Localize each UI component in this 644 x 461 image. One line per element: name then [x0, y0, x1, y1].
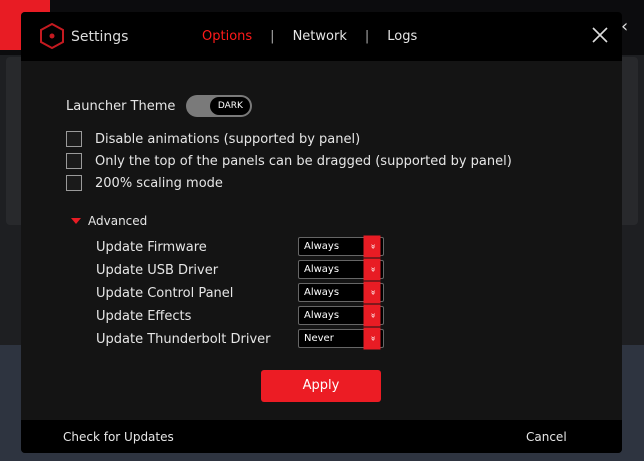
update-effects-select[interactable]: Always » [298, 304, 384, 327]
double-chevron-down-icon: » [363, 281, 381, 304]
check-updates-button[interactable]: Check for Updates [63, 430, 174, 444]
cancel-button[interactable]: Cancel [526, 430, 567, 444]
double-chevron-down-icon: » [363, 235, 381, 258]
checkbox-label: Disable animations (supported by panel) [95, 131, 361, 147]
launcher-theme-label: Launcher Theme [66, 98, 176, 114]
back-chevron-icon[interactable]: ‹ [621, 16, 628, 37]
update-label: Update Effects [96, 309, 192, 324]
hexagon-icon [40, 23, 64, 49]
theme-value: DARK [210, 97, 251, 115]
launcher-theme-row: Launcher Theme DARK [66, 95, 253, 117]
checkbox-top-drag[interactable]: Only the top of the panels can be dragge… [66, 153, 512, 169]
checkbox-box[interactable] [66, 153, 82, 169]
tab-logs[interactable]: Logs [387, 29, 417, 44]
update-label: Update Thunderbolt Driver [96, 332, 271, 347]
update-label: Update Firmware [96, 240, 207, 255]
apply-button[interactable]: Apply [261, 370, 381, 402]
tab-separator: | [364, 29, 370, 44]
theme-toggle[interactable]: DARK [186, 95, 253, 117]
advanced-label: Advanced [88, 214, 148, 228]
update-label: Update USB Driver [96, 263, 219, 278]
tab-bar: Options | Network | Logs [202, 29, 417, 44]
close-icon[interactable] [590, 25, 610, 45]
dialog-header: Settings Options | Network | Logs [21, 12, 622, 61]
advanced-toggle[interactable]: Advanced [71, 214, 147, 228]
double-chevron-down-icon: » [363, 327, 381, 350]
checkbox-label: Only the top of the panels can be dragge… [95, 153, 512, 169]
caret-down-icon [71, 218, 81, 224]
update-usb-driver-select[interactable]: Always » [298, 258, 384, 281]
update-firmware-select[interactable]: Always » [298, 235, 384, 258]
double-chevron-down-icon: » [363, 258, 381, 281]
select-value: Never [304, 333, 334, 344]
checkbox-box[interactable] [66, 131, 82, 147]
select-value: Always [304, 264, 340, 275]
update-control-panel-select[interactable]: Always » [298, 281, 384, 304]
checkbox-label: 200% scaling mode [95, 175, 223, 191]
dialog-footer: Check for Updates Cancel [21, 420, 622, 453]
checkbox-box[interactable] [66, 175, 82, 191]
select-value: Always [304, 287, 340, 298]
tab-separator: | [270, 29, 275, 44]
checkbox-scaling[interactable]: 200% scaling mode [66, 175, 223, 191]
tab-options[interactable]: Options [202, 29, 252, 44]
update-label: Update Control Panel [96, 286, 234, 301]
settings-dialog: Settings Options | Network | Logs Launch… [21, 12, 622, 453]
double-chevron-down-icon: » [363, 304, 381, 327]
dialog-title: Settings [71, 29, 129, 45]
checkbox-disable-animations[interactable]: Disable animations (supported by panel) [66, 131, 360, 147]
tab-network[interactable]: Network [293, 29, 347, 44]
update-thunderbolt-select[interactable]: Never » [298, 327, 384, 350]
select-value: Always [304, 241, 340, 252]
select-value: Always [304, 310, 340, 321]
